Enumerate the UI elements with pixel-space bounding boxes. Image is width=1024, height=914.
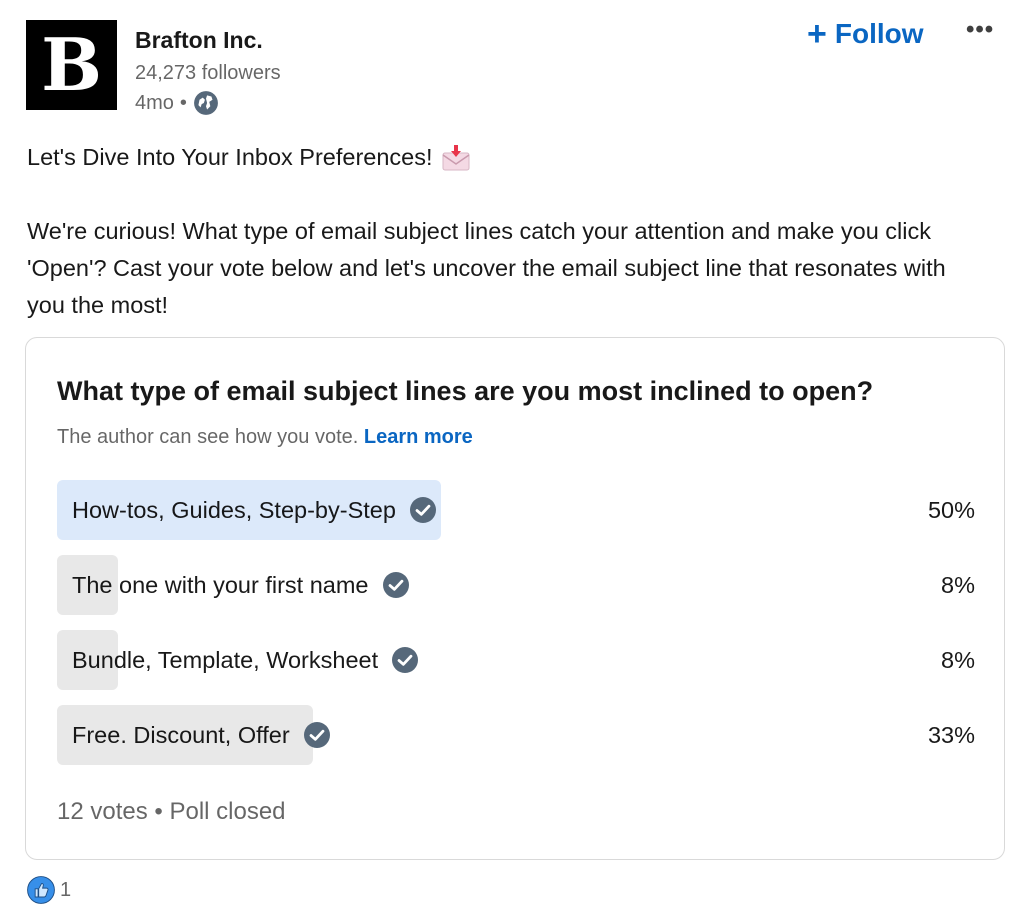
- follow-label: Follow: [834, 18, 924, 49]
- poll-option-text: Free. Discount, Offer: [72, 721, 290, 748]
- more-options-button[interactable]: •••: [966, 16, 994, 44]
- poll-privacy-note: The author can see how you vote. Learn m…: [57, 426, 473, 449]
- checkmark-icon: [409, 497, 436, 523]
- like-icon: [27, 876, 55, 904]
- poll-option-percent: 33%: [927, 721, 975, 748]
- checkmark-icon: [392, 647, 419, 673]
- poll-note-text: The author can see how you vote.: [57, 426, 359, 448]
- company-name[interactable]: Brafton Inc.: [135, 27, 263, 54]
- poll-option-percent: 8%: [941, 646, 975, 673]
- poll-option-label: Bundle, Template, Worksheet: [72, 630, 419, 690]
- meta-separator: •: [179, 91, 187, 114]
- poll-option-text: How-tos, Guides, Step-by-Step: [72, 496, 396, 523]
- incoming-envelope-icon: [442, 144, 470, 170]
- poll-option[interactable]: The one with your first name 8%: [57, 555, 975, 615]
- post-body: We're curious! What type of email subjec…: [27, 218, 946, 318]
- poll-footer: 12 votes • Poll closed: [57, 798, 286, 825]
- poll-card: What type of email subject lines are you…: [25, 337, 1005, 860]
- post-time: 4mo: [135, 91, 174, 114]
- checkmark-icon: [303, 722, 330, 748]
- feed-post: B Brafton Inc. 24,273 followers 4mo • + …: [0, 0, 1024, 914]
- poll-option[interactable]: Free. Discount, Offer 33%: [57, 705, 975, 765]
- poll-option-label: How-tos, Guides, Step-by-Step: [72, 480, 436, 540]
- poll-question: What type of email subject lines are you…: [57, 376, 874, 406]
- poll-option-percent: 50%: [927, 496, 975, 523]
- post-meta: 4mo •: [135, 90, 219, 116]
- plus-icon: +: [807, 15, 827, 53]
- learn-more-link[interactable]: Learn more: [364, 426, 473, 448]
- reaction-count: 1: [60, 878, 72, 901]
- poll-option[interactable]: Bundle, Template, Worksheet 8%: [57, 630, 975, 690]
- reactions-summary[interactable]: 1: [27, 876, 71, 904]
- poll-option-percent: 8%: [941, 571, 975, 598]
- checkmark-icon: [382, 572, 409, 598]
- poll-option-label: Free. Discount, Offer: [72, 705, 330, 765]
- poll-option-label: The one with your first name: [72, 555, 409, 615]
- company-logo[interactable]: B: [26, 20, 117, 110]
- post-headline-text: Let's Dive Into Your Inbox Preferences!: [27, 144, 433, 170]
- follower-count: 24,273 followers: [135, 62, 281, 84]
- poll-option-text: The one with your first name: [72, 571, 369, 598]
- globe-icon: [194, 91, 218, 115]
- poll-option[interactable]: How-tos, Guides, Step-by-Step 50%: [57, 480, 975, 540]
- poll-option-text: Bundle, Template, Worksheet: [72, 646, 379, 673]
- post-headline: Let's Dive Into Your Inbox Preferences!: [27, 139, 987, 176]
- follow-button[interactable]: + Follow: [805, 14, 926, 54]
